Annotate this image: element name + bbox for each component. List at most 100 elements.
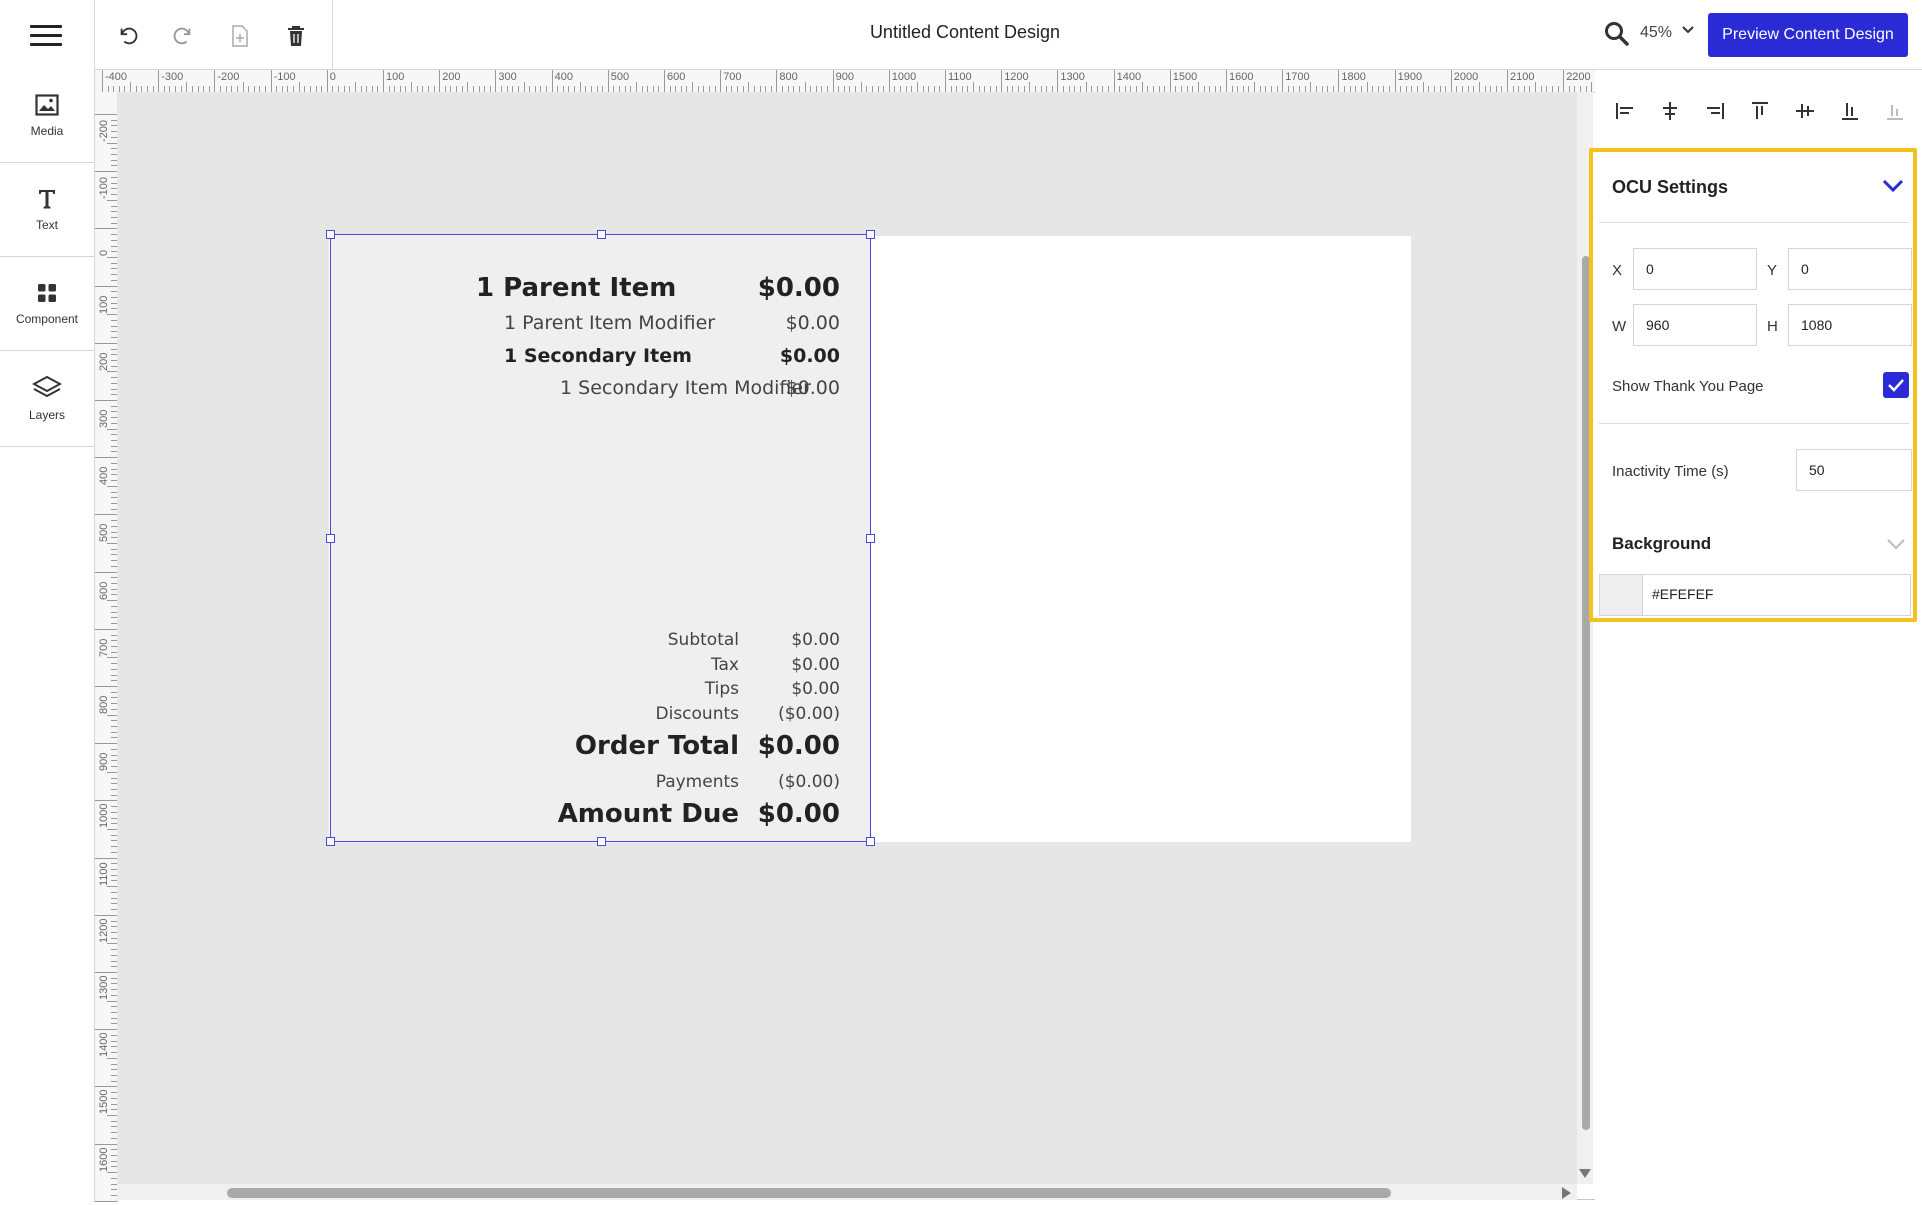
ruler-tick bbox=[95, 800, 117, 802]
ruler-tick bbox=[95, 571, 117, 573]
background-chevron-down-icon[interactable] bbox=[1886, 537, 1906, 556]
ruler-label: -300 bbox=[161, 71, 184, 83]
ruler-minor-tick bbox=[107, 1172, 117, 1174]
ruler-tick bbox=[551, 70, 553, 92]
ruler-label: -100 bbox=[98, 177, 110, 200]
ruler-label: 1200 bbox=[98, 918, 110, 943]
ruler-label: 1600 bbox=[98, 1147, 110, 1172]
ruler-tick bbox=[214, 70, 216, 92]
align-bottom-icon[interactable] bbox=[1839, 100, 1861, 122]
ruler-minor-tick bbox=[1422, 82, 1424, 92]
ruler-label: 400 bbox=[554, 71, 573, 83]
sidebar-item-label: Text bbox=[35, 218, 58, 232]
distribute-icon[interactable] bbox=[1884, 100, 1906, 122]
align-middle-vertical-icon[interactable] bbox=[1794, 100, 1816, 122]
resize-handle-bottom-left[interactable] bbox=[326, 837, 335, 846]
zoom-search-icon[interactable] bbox=[1604, 21, 1632, 49]
ruler-label: 500 bbox=[98, 524, 110, 543]
ruler-label: -400 bbox=[105, 71, 128, 83]
sidebar-item-media[interactable]: Media bbox=[0, 69, 94, 163]
sidebar-item-text[interactable]: Text bbox=[0, 163, 94, 257]
design-canvas[interactable]: 1 Parent Item $0.00 1 Parent Item Modifi… bbox=[117, 92, 1577, 1184]
w-input[interactable] bbox=[1633, 304, 1757, 346]
chevron-down-icon[interactable] bbox=[1680, 22, 1696, 38]
sidebar-item-layers[interactable]: Layers bbox=[0, 351, 94, 447]
sidebar-item-label: Layers bbox=[28, 408, 66, 422]
ruler-minor-tick bbox=[107, 600, 117, 602]
show-thank-you-checkbox[interactable] bbox=[1883, 372, 1909, 398]
scroll-right-arrow-icon[interactable] bbox=[1560, 1186, 1572, 1205]
ruler-tick bbox=[102, 70, 103, 92]
ruler-minor-tick bbox=[1254, 82, 1256, 92]
ruler-label: 700 bbox=[98, 638, 110, 657]
preview-content-design-button[interactable]: Preview Content Design bbox=[1708, 13, 1908, 57]
ruler-label: 1000 bbox=[98, 803, 110, 829]
ruler-label: 1400 bbox=[1116, 71, 1142, 83]
inactivity-time-input[interactable] bbox=[1796, 449, 1912, 491]
resize-handle-top-right[interactable] bbox=[866, 230, 875, 239]
collapse-chevron-icon[interactable] bbox=[1882, 178, 1904, 199]
zoom-level[interactable]: 45% bbox=[1640, 24, 1672, 42]
ruler-tick bbox=[95, 1143, 117, 1145]
ruler-minor-tick bbox=[130, 82, 132, 92]
ruler-tick bbox=[95, 228, 117, 230]
ruler-tick bbox=[95, 972, 117, 973]
ruler-tick bbox=[832, 70, 834, 92]
ruler-tick bbox=[1001, 70, 1003, 92]
ruler-tick bbox=[607, 70, 609, 92]
text-icon bbox=[31, 185, 63, 213]
resize-handle-right[interactable] bbox=[866, 534, 875, 543]
h-input[interactable] bbox=[1788, 304, 1912, 346]
ruler-label: 500 bbox=[610, 71, 630, 83]
background-color-field[interactable]: #EFEFEF bbox=[1599, 574, 1911, 616]
align-right-icon[interactable] bbox=[1704, 100, 1726, 122]
ruler-label: 0 bbox=[98, 250, 110, 257]
ruler-minor-tick bbox=[107, 1000, 117, 1002]
scroll-down-arrow-icon[interactable] bbox=[1578, 1166, 1592, 1184]
ruler-label: 2000 bbox=[1453, 71, 1479, 83]
horizontal-scrollbar-thumb[interactable] bbox=[227, 1188, 1391, 1198]
align-left-icon[interactable] bbox=[1614, 100, 1636, 122]
ruler-label: 600 bbox=[98, 581, 110, 600]
x-input[interactable] bbox=[1633, 248, 1757, 290]
ruler-label: 1100 bbox=[98, 861, 110, 886]
ruler-minor-tick bbox=[692, 82, 694, 92]
ocu-settings-title: OCU Settings bbox=[1612, 177, 1729, 197]
ruler-label: 900 bbox=[98, 752, 110, 772]
ruler-label: 2200 bbox=[1566, 71, 1591, 83]
ruler-minor-tick bbox=[1085, 82, 1087, 92]
ruler-label: 1600 bbox=[1229, 71, 1254, 83]
ruler-label: 1500 bbox=[98, 1089, 110, 1115]
ruler-minor-tick bbox=[107, 1057, 117, 1059]
resize-handle-top[interactable] bbox=[597, 230, 606, 239]
trash-icon[interactable] bbox=[282, 22, 310, 50]
ruler-minor-tick bbox=[186, 82, 188, 92]
ruler-label: 600 bbox=[667, 71, 686, 83]
duplicate-icon[interactable] bbox=[226, 22, 254, 50]
ruler-label: 100 bbox=[98, 295, 110, 314]
ruler-minor-tick bbox=[523, 82, 525, 92]
ruler-tick bbox=[270, 70, 272, 92]
resize-handle-top-left[interactable] bbox=[326, 230, 335, 239]
ruler-tick bbox=[95, 514, 117, 516]
align-center-horizontal-icon[interactable] bbox=[1659, 100, 1681, 122]
h-label: H bbox=[1767, 318, 1778, 335]
sidebar-item-component[interactable]: Component bbox=[0, 257, 94, 351]
resize-handle-bottom-right[interactable] bbox=[866, 837, 875, 846]
ruler-minor-tick bbox=[107, 1115, 117, 1116]
ruler-label: 200 bbox=[442, 71, 461, 83]
resize-handle-bottom[interactable] bbox=[597, 837, 606, 846]
ruler-minor-tick bbox=[298, 82, 300, 92]
y-input[interactable] bbox=[1788, 248, 1912, 290]
undo-icon[interactable] bbox=[114, 22, 142, 50]
hamburger-menu-icon[interactable] bbox=[30, 25, 62, 47]
align-top-icon[interactable] bbox=[1749, 100, 1771, 122]
background-color-value: #EFEFEF bbox=[1652, 586, 1714, 602]
redo-icon[interactable] bbox=[169, 22, 197, 50]
resize-handle-left[interactable] bbox=[326, 534, 335, 543]
ruler-tick bbox=[95, 686, 117, 687]
ruler-minor-tick bbox=[1535, 82, 1537, 92]
background-color-swatch[interactable] bbox=[1600, 575, 1643, 615]
ruler-label: 1100 bbox=[948, 71, 972, 83]
ruler-minor-tick bbox=[1029, 82, 1031, 92]
